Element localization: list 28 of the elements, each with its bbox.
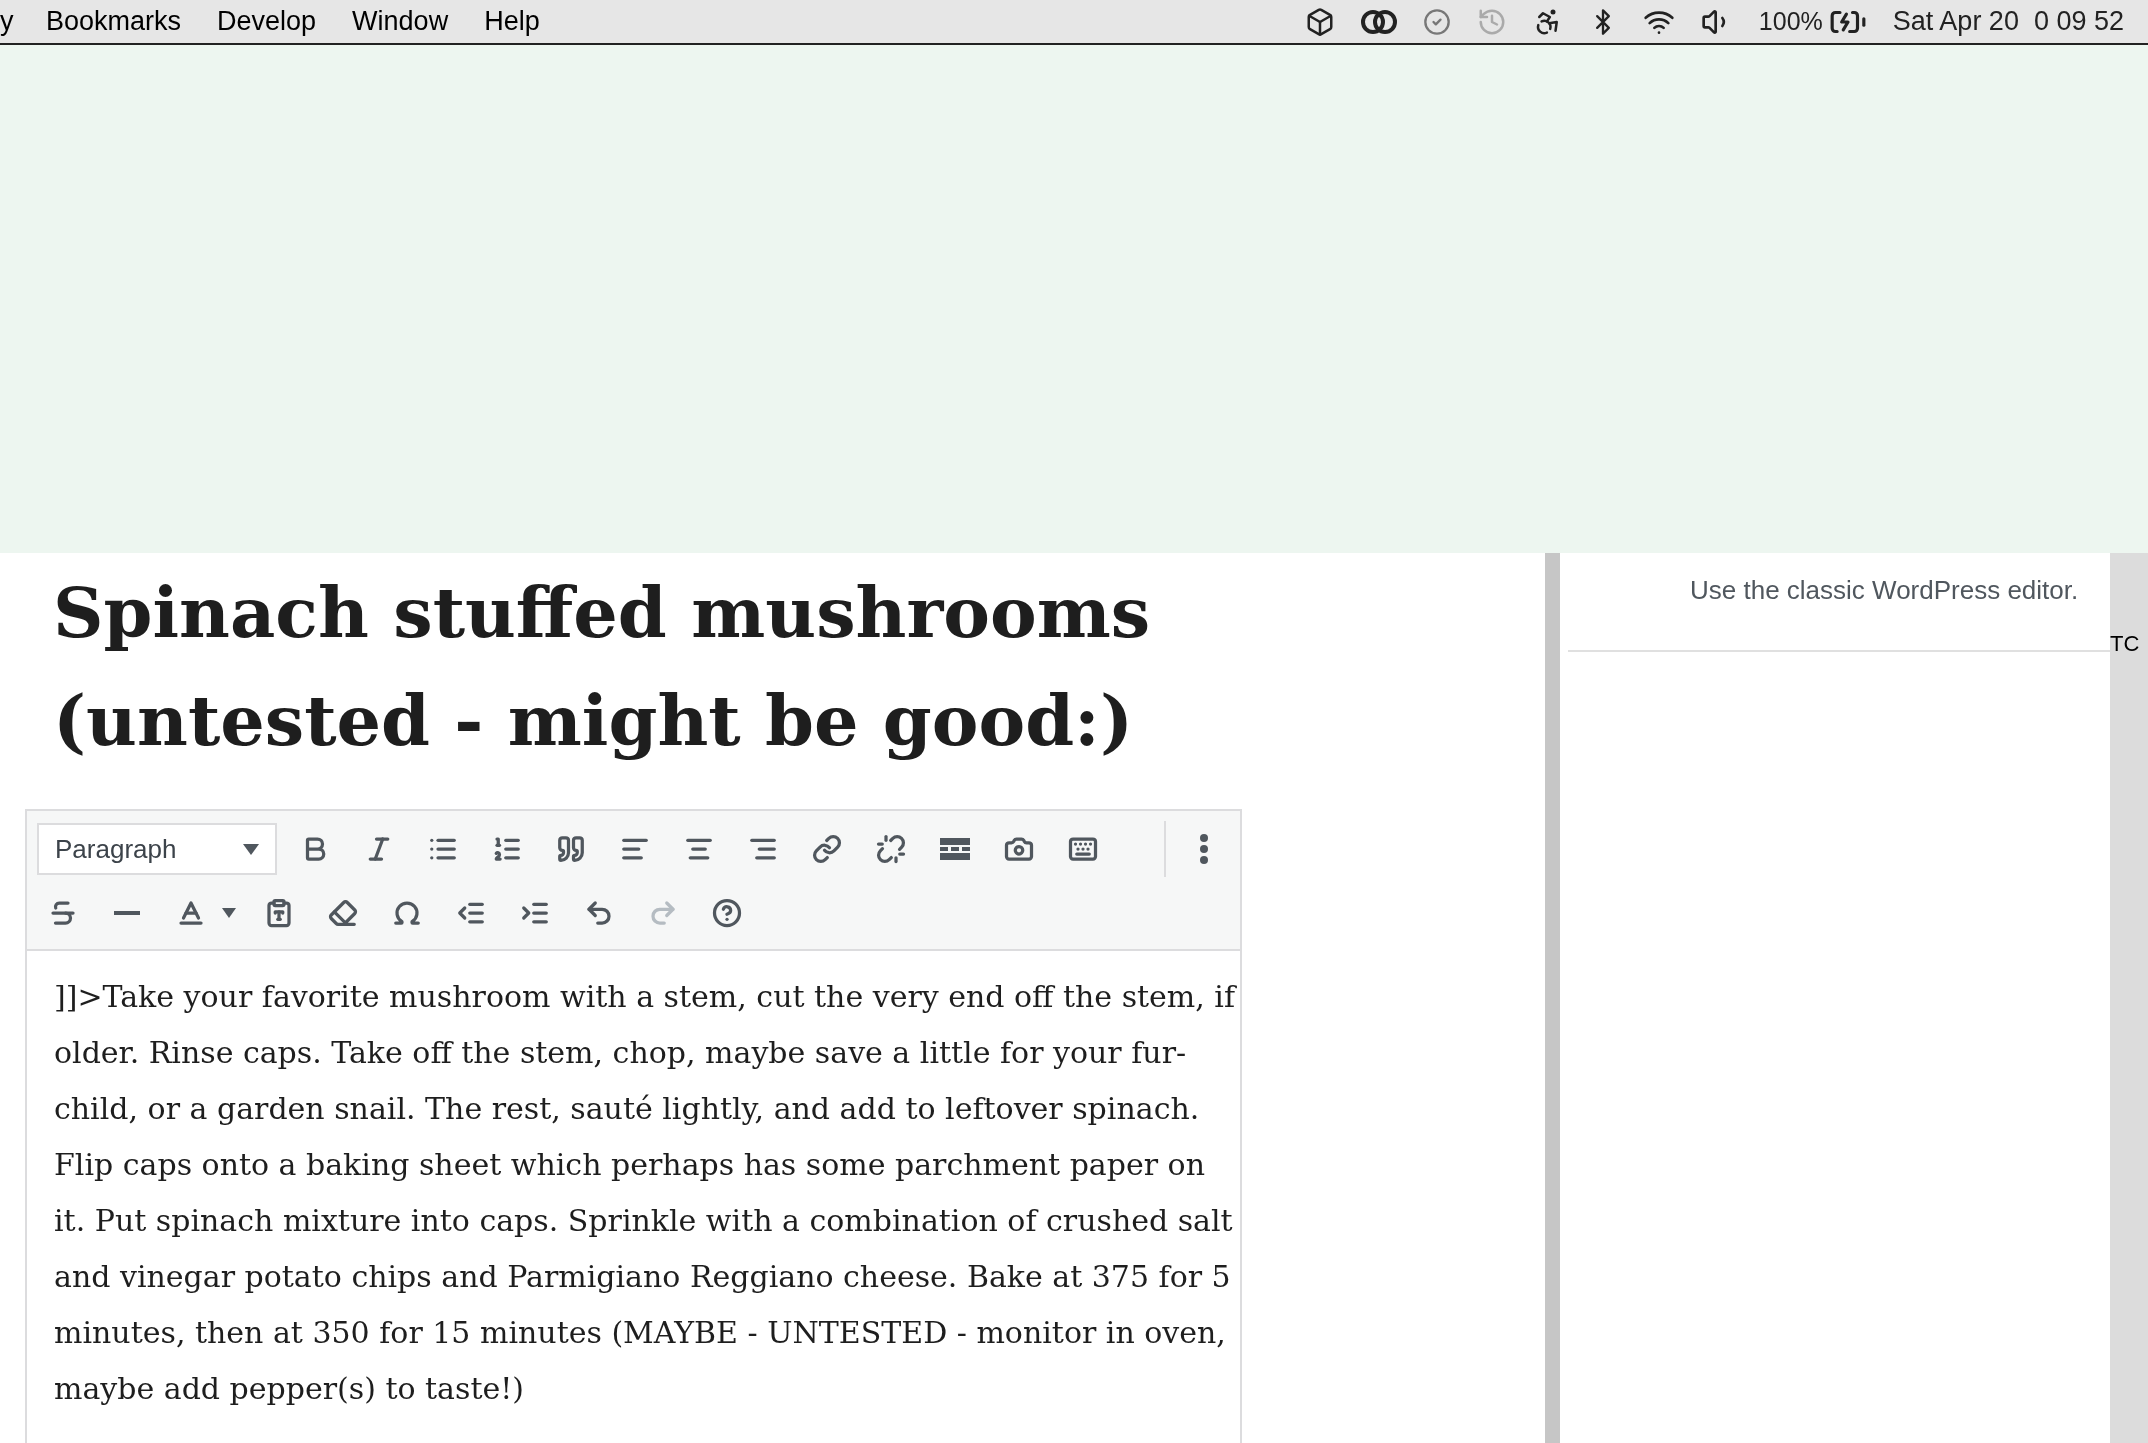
- clock[interactable]: Sat Apr 20 0 09 52: [1892, 1, 2124, 42]
- link-icon: [812, 834, 842, 864]
- menu-item[interactable]: Window: [352, 1, 449, 42]
- redo-icon: [648, 898, 678, 928]
- menu-item[interactable]: Develop: [217, 1, 317, 42]
- battery-percentage: 100%: [1758, 5, 1823, 37]
- quote-icon: [556, 834, 586, 864]
- caret-icon: [243, 843, 259, 855]
- camera-icon: [1004, 834, 1034, 864]
- undo-icon: [584, 898, 614, 928]
- check-circle-icon[interactable]: [1422, 7, 1451, 36]
- post-title: Spinach stuffed mushrooms (untested - might be good:): [53, 570, 1152, 764]
- caret-icon: [222, 908, 236, 918]
- eraser-icon: [328, 898, 358, 928]
- help-icon: [712, 898, 742, 928]
- read-more-icon: [940, 838, 970, 860]
- menu-item[interactable]: Help: [484, 1, 540, 42]
- numbered-list-icon: [492, 834, 522, 864]
- menu-item[interactable]: Bookmarks: [46, 1, 182, 42]
- classic-editor-description: Use the classic WordPress editor.: [1690, 575, 2079, 605]
- unlink-icon: [876, 834, 906, 864]
- more-icon: [1200, 834, 1208, 864]
- keyboard-icon: [1068, 834, 1098, 864]
- format-select[interactable]: Paragraph: [37, 823, 277, 875]
- omega-icon: [392, 898, 422, 928]
- post-body-text[interactable]: ]]>Take your favorite mushroom with a stem, cut the very end off the stem, if older. Rinse caps. Take off the stem, chop, maybe save a little for your fur-child, or a garden snail. The rest, sauté lightly, and add to leftover spinach. Flip caps onto a baking sheet which perhaps has some parchment paper on it. Put spinach mixture into caps. Sprinkle with a combination of crushed salt and vinegar potato chips and Parmigiano Reggiano cheese. Bake at 375 for 5 minutes, then at 350 for 15 minutes (MAYBE - UNTESTED - monitor in oven, maybe add pepper(s) to taste!): [54, 969, 1239, 1417]
- paste-text-icon: [264, 898, 294, 928]
- edge-text: TC: [2110, 630, 2141, 658]
